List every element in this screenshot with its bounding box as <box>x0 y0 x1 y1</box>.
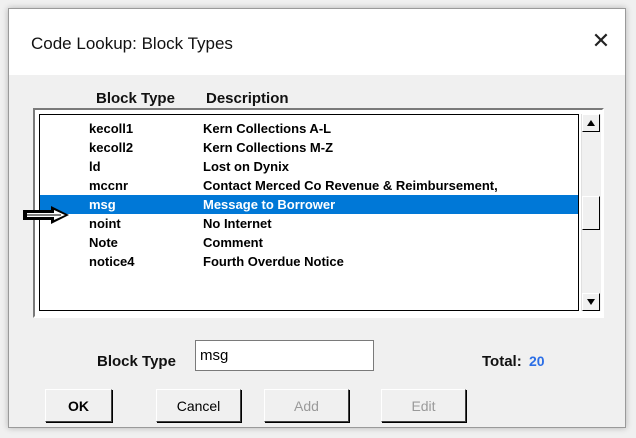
list-item-code: mccnr <box>89 178 129 193</box>
list-item-code: kecoll2 <box>89 140 134 155</box>
add-button[interactable]: Add <box>264 389 349 422</box>
edit-button[interactable]: Edit <box>381 389 466 422</box>
list-item-description: Kern Collections M-Z <box>203 140 334 155</box>
list-item-description: Contact Merced Co Revenue & Reimbursemen… <box>203 178 498 193</box>
list-item-description: Comment <box>203 235 263 250</box>
column-header-description: Description <box>206 90 289 107</box>
list-item-code: kecoll1 <box>89 121 134 136</box>
close-icon[interactable]: ✕ <box>587 27 615 55</box>
list-item[interactable]: Note Comment <box>40 233 578 252</box>
list-item[interactable]: kecoll1 Kern Collections A-L <box>40 119 578 138</box>
vertical-scrollbar[interactable] <box>581 114 601 311</box>
scroll-down-button[interactable] <box>582 293 600 311</box>
list-item-code: notice4 <box>89 254 135 269</box>
list-item[interactable]: notice4 Fourth Overdue Notice <box>40 252 578 271</box>
list-viewport: kecoll1 Kern Collections A-L kecoll2 Kern C… <box>39 114 579 311</box>
cancel-button[interactable]: Cancel <box>156 389 241 422</box>
code-lookup-dialog: Code Lookup: Block Types ✕ Block Type De… <box>8 8 626 428</box>
list-item-code: ld <box>89 159 101 174</box>
list-item-description: No Internet <box>203 216 272 231</box>
list-item-description: Lost on Dynix <box>203 159 289 174</box>
scrollbar-thumb[interactable] <box>582 196 600 230</box>
ok-button[interactable]: OK <box>45 389 112 422</box>
current-row-arrow-icon <box>23 206 69 224</box>
list-item[interactable]: ld Lost on Dynix <box>40 157 578 176</box>
list-item-code: noint <box>89 216 121 231</box>
title-bar: Code Lookup: Block Types ✕ <box>9 9 625 75</box>
block-type-label: Block Type <box>97 353 176 370</box>
block-type-list[interactable]: kecoll1 Kern Collections A-L kecoll2 Kern C… <box>33 108 604 318</box>
arrow-up-icon <box>587 120 595 126</box>
list-item-description: Message to Borrower <box>203 197 336 212</box>
list-item[interactable]: msg Message to Borrower <box>40 195 578 214</box>
window-title: Code Lookup: Block Types <box>31 34 233 53</box>
column-header-block-type: Block Type <box>96 90 175 107</box>
block-type-input[interactable] <box>195 340 374 371</box>
list-item-description: Kern Collections A-L <box>203 121 332 136</box>
total-count: 20 <box>529 353 545 369</box>
total-label: Total: <box>482 353 522 370</box>
list-item[interactable]: mccnr Contact Merced Co Revenue & Reimbur… <box>40 176 578 195</box>
list-item-description: Fourth Overdue Notice <box>203 254 344 269</box>
list-item-code: Note <box>89 235 118 250</box>
list-item[interactable]: kecoll2 Kern Collections M-Z <box>40 138 578 157</box>
list-item[interactable]: noint No Internet <box>40 214 578 233</box>
arrow-down-icon <box>587 299 595 305</box>
list-item-code: msg <box>89 197 116 212</box>
list-rows: kecoll1 Kern Collections A-L kecoll2 Kern C… <box>40 119 578 271</box>
scroll-up-button[interactable] <box>582 114 600 132</box>
